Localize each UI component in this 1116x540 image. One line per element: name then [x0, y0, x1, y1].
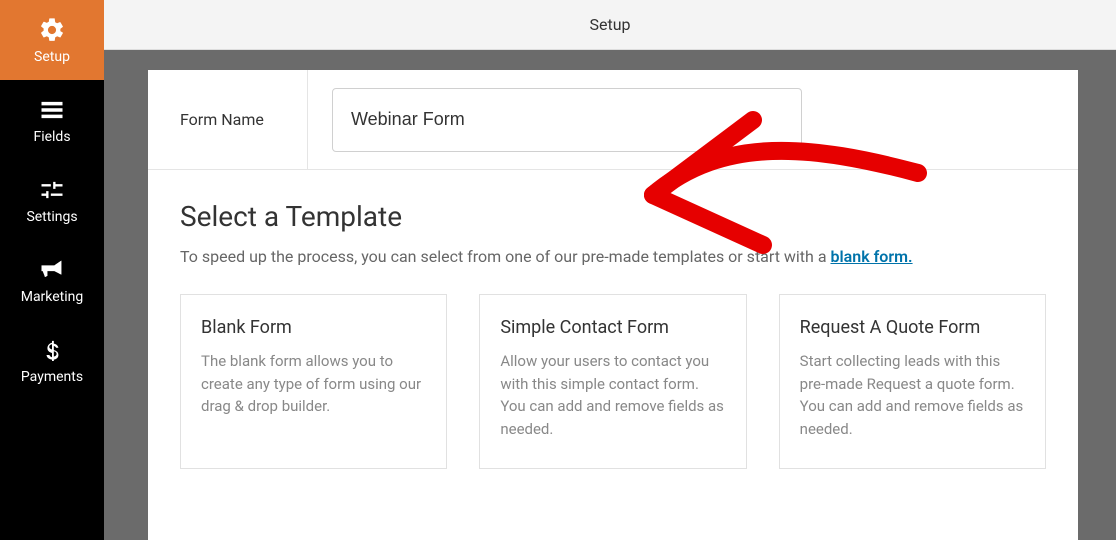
- template-card-blank[interactable]: Blank Form The blank form allows you to …: [180, 294, 447, 469]
- setup-panel: Form Name Select a Template To speed up …: [148, 70, 1078, 540]
- card-title: Simple Contact Form: [500, 317, 725, 338]
- form-name-input-wrap: [308, 70, 1078, 169]
- dollar-icon: [37, 335, 67, 365]
- template-heading: Select a Template: [180, 200, 1046, 233]
- card-desc: Allow your users to contact you with thi…: [500, 350, 725, 440]
- card-title: Request A Quote Form: [800, 317, 1025, 338]
- main: Setup Form Name Select a Template To spe…: [104, 0, 1116, 540]
- card-title: Blank Form: [201, 317, 426, 338]
- sidebar-item-label: Payments: [21, 369, 83, 385]
- bullhorn-icon: [37, 255, 67, 285]
- sliders-icon: [37, 175, 67, 205]
- topbar: Setup: [104, 0, 1116, 50]
- form-name-row: Form Name: [148, 70, 1078, 170]
- list-icon: [37, 95, 67, 125]
- blank-form-link[interactable]: blank form.: [831, 247, 913, 266]
- sidebar-item-marketing[interactable]: Marketing: [0, 240, 104, 320]
- card-desc: The blank form allows you to create any …: [201, 350, 426, 418]
- sidebar: Setup Fields Settings Marketing Payments: [0, 0, 104, 540]
- sidebar-item-label: Setup: [34, 49, 70, 65]
- sidebar-item-setup[interactable]: Setup: [0, 0, 104, 80]
- sidebar-item-payments[interactable]: Payments: [0, 320, 104, 400]
- template-subtext: To speed up the process, you can select …: [180, 247, 1046, 266]
- card-desc: Start collecting leads with this pre-mad…: [800, 350, 1025, 440]
- canvas: Form Name Select a Template To speed up …: [104, 50, 1116, 540]
- form-name-input[interactable]: [332, 88, 802, 152]
- sidebar-item-settings[interactable]: Settings: [0, 160, 104, 240]
- sidebar-item-label: Marketing: [21, 289, 84, 305]
- sidebar-item-label: Settings: [26, 209, 77, 225]
- sidebar-item-fields[interactable]: Fields: [0, 80, 104, 160]
- page-title: Setup: [589, 15, 630, 34]
- template-card-request-quote[interactable]: Request A Quote Form Start collecting le…: [779, 294, 1046, 469]
- template-subtext-prefix: To speed up the process, you can select …: [180, 247, 831, 266]
- template-cards: Blank Form The blank form allows you to …: [180, 294, 1046, 469]
- gear-icon: [37, 15, 67, 45]
- template-card-simple-contact[interactable]: Simple Contact Form Allow your users to …: [479, 294, 746, 469]
- template-section: Select a Template To speed up the proces…: [148, 170, 1078, 469]
- form-name-label: Form Name: [148, 70, 308, 169]
- sidebar-item-label: Fields: [33, 129, 70, 145]
